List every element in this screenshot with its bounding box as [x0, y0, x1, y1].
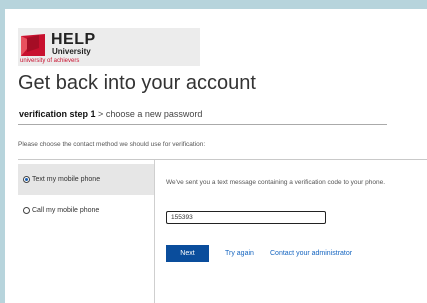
page-title: Get back into your account [18, 72, 256, 94]
verification-code-input[interactable] [166, 211, 326, 224]
university-logo: HELP University university of achievers [18, 28, 200, 66]
divider [18, 124, 387, 125]
verification-panel: Text my mobile phone Call my mobile phon… [18, 159, 427, 303]
contact-method-list: Text my mobile phone Call my mobile phon… [18, 160, 155, 303]
code-sent-message: We've sent you a text message containing… [166, 179, 386, 186]
instructions-text: Please choose the contact method we shou… [18, 141, 206, 148]
option-label: Text my mobile phone [32, 176, 101, 183]
help-logo-icon [21, 34, 45, 56]
step-separator: > [98, 109, 104, 119]
logo-tagline: university of achievers [20, 58, 80, 64]
try-again-link[interactable]: Try again [225, 250, 254, 257]
top-accent-bar [5, 6, 427, 9]
next-button[interactable]: Next [166, 245, 209, 262]
verification-form: We've sent you a text message containing… [164, 160, 427, 303]
next-step: choose a new password [105, 109, 203, 119]
radio-unselected-icon[interactable] [23, 207, 30, 214]
option-call-phone[interactable]: Call my mobile phone [18, 195, 154, 226]
step-breadcrumb: verification step 1 > choose a new passw… [19, 109, 202, 119]
option-label: Call my mobile phone [32, 207, 100, 214]
logo-subname: University [52, 47, 91, 56]
contact-admin-link[interactable]: Contact your administrator [270, 250, 352, 257]
current-step: verification step 1 [19, 109, 96, 119]
option-text-phone[interactable]: Text my mobile phone [18, 164, 154, 195]
radio-selected-icon[interactable] [23, 176, 30, 183]
password-reset-page: HELP University university of achievers … [5, 6, 427, 303]
